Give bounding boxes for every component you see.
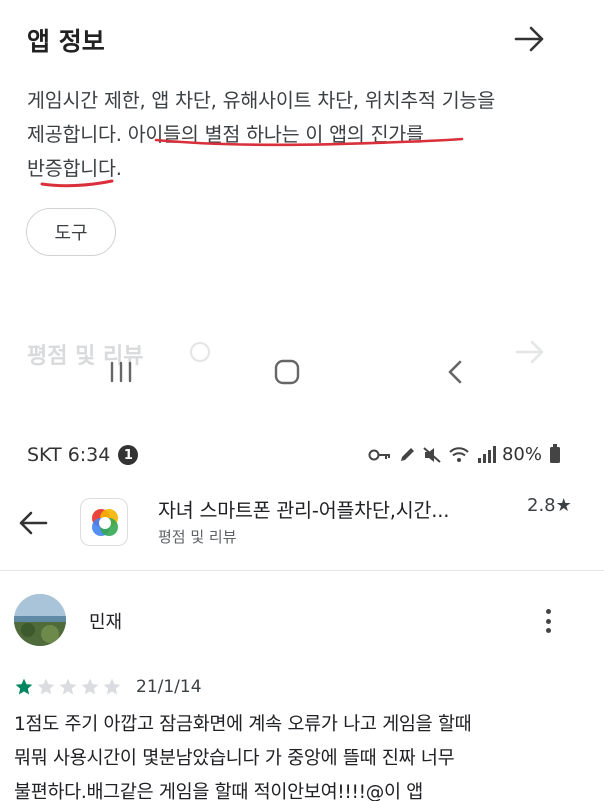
arrow-right-icon[interactable]	[512, 24, 548, 54]
battery-percent: 80%	[501, 444, 542, 465]
carrier-time-text: SKT 6:34	[27, 444, 111, 466]
status-bar: SKT 6:34 1 80%	[0, 443, 604, 474]
more-options-icon[interactable]	[538, 606, 558, 636]
app-logo-icon	[92, 509, 118, 536]
mute-icon	[423, 446, 441, 463]
home-button[interactable]	[262, 352, 312, 392]
review-text: 1점도 주기 아깝고 잠금화면에 계속 오류가 나고 게임을 할때 뭐뭐 사용시…	[14, 708, 594, 801]
status-icons: 80%	[368, 443, 560, 465]
review-date: 21/1/14	[136, 677, 202, 697]
review-header: 민재	[0, 594, 604, 650]
wifi-icon	[449, 446, 469, 462]
recent-apps-button[interactable]	[96, 352, 146, 392]
reviews-screen: SKT 6:34 1 80% 자녀 스마트폰 관리-어플차단,시간... 2.8…	[0, 418, 604, 801]
reviewer-name: 민재	[89, 612, 123, 633]
carrier-time: SKT 6:34 1	[27, 444, 139, 466]
app-description: 게임시간 제한, 앱 차단, 유해사이트 차단, 위치추적 기능을 제공합니다.…	[27, 84, 577, 186]
description-line-1: 게임시간 제한, 앱 차단, 유해사이트 차단, 위치추적 기능을	[27, 89, 496, 112]
back-button[interactable]	[430, 352, 480, 392]
back-chevron-icon	[448, 360, 462, 384]
system-navigation-bar	[0, 352, 604, 402]
star-filled-icon	[15, 678, 33, 695]
review-line-3: 불편하다.배그같은 게임을 할때 적이안보여!!!!@이 앱	[14, 782, 423, 801]
app-subtitle: 평점 및 리뷰	[158, 528, 237, 546]
battery-icon	[550, 443, 560, 463]
recent-apps-icon	[110, 361, 132, 383]
app-icon[interactable]	[80, 498, 128, 546]
home-icon	[274, 359, 300, 385]
edit-icon	[400, 447, 414, 461]
key-icon	[368, 449, 390, 460]
signal-icon	[477, 445, 496, 463]
review-line-2: 뭐뭐 사용시간이 몇분남았습니다 가 중앙에 뜰때 진짜 너무	[14, 748, 455, 769]
star-empty-icon	[103, 678, 121, 695]
tools-chip[interactable]: 도구	[26, 208, 116, 256]
app-info-panel: 앱 정보 게임시간 제한, 앱 차단, 유해사이트 차단, 위치추적 기능을 제…	[0, 0, 604, 418]
app-name: 자녀 스마트폰 관리-어플차단,시간...	[158, 499, 450, 522]
star-rating	[14, 677, 122, 697]
avatar-landscape-image	[14, 594, 66, 646]
star-empty-icon	[37, 678, 55, 695]
app-rating: 2.8★	[527, 495, 572, 516]
avatar	[14, 594, 66, 646]
description-line-2: 제공합니다. 아이들의 별점 하나는 이 앱의 진가를	[27, 123, 424, 146]
divider	[0, 570, 604, 571]
menu-dot	[545, 609, 551, 614]
app-header: 자녀 스마트폰 관리-어플차단,시간... 2.8★ 평점 및 리뷰	[0, 494, 604, 564]
menu-dot	[545, 618, 551, 624]
review-line-1: 1점도 주기 아깝고 잠금화면에 계속 오류가 나고 게임을 할때	[14, 714, 472, 735]
menu-dot	[545, 628, 551, 633]
notification-count-badge: 1	[118, 445, 139, 465]
star-empty-icon	[81, 678, 99, 695]
star-empty-icon	[59, 678, 77, 695]
description-line-3: 반증합니다.	[27, 157, 122, 180]
back-arrow-icon[interactable]	[16, 508, 50, 538]
review-rating-row: 21/1/14	[14, 675, 202, 699]
app-info-title: 앱 정보	[27, 27, 105, 56]
